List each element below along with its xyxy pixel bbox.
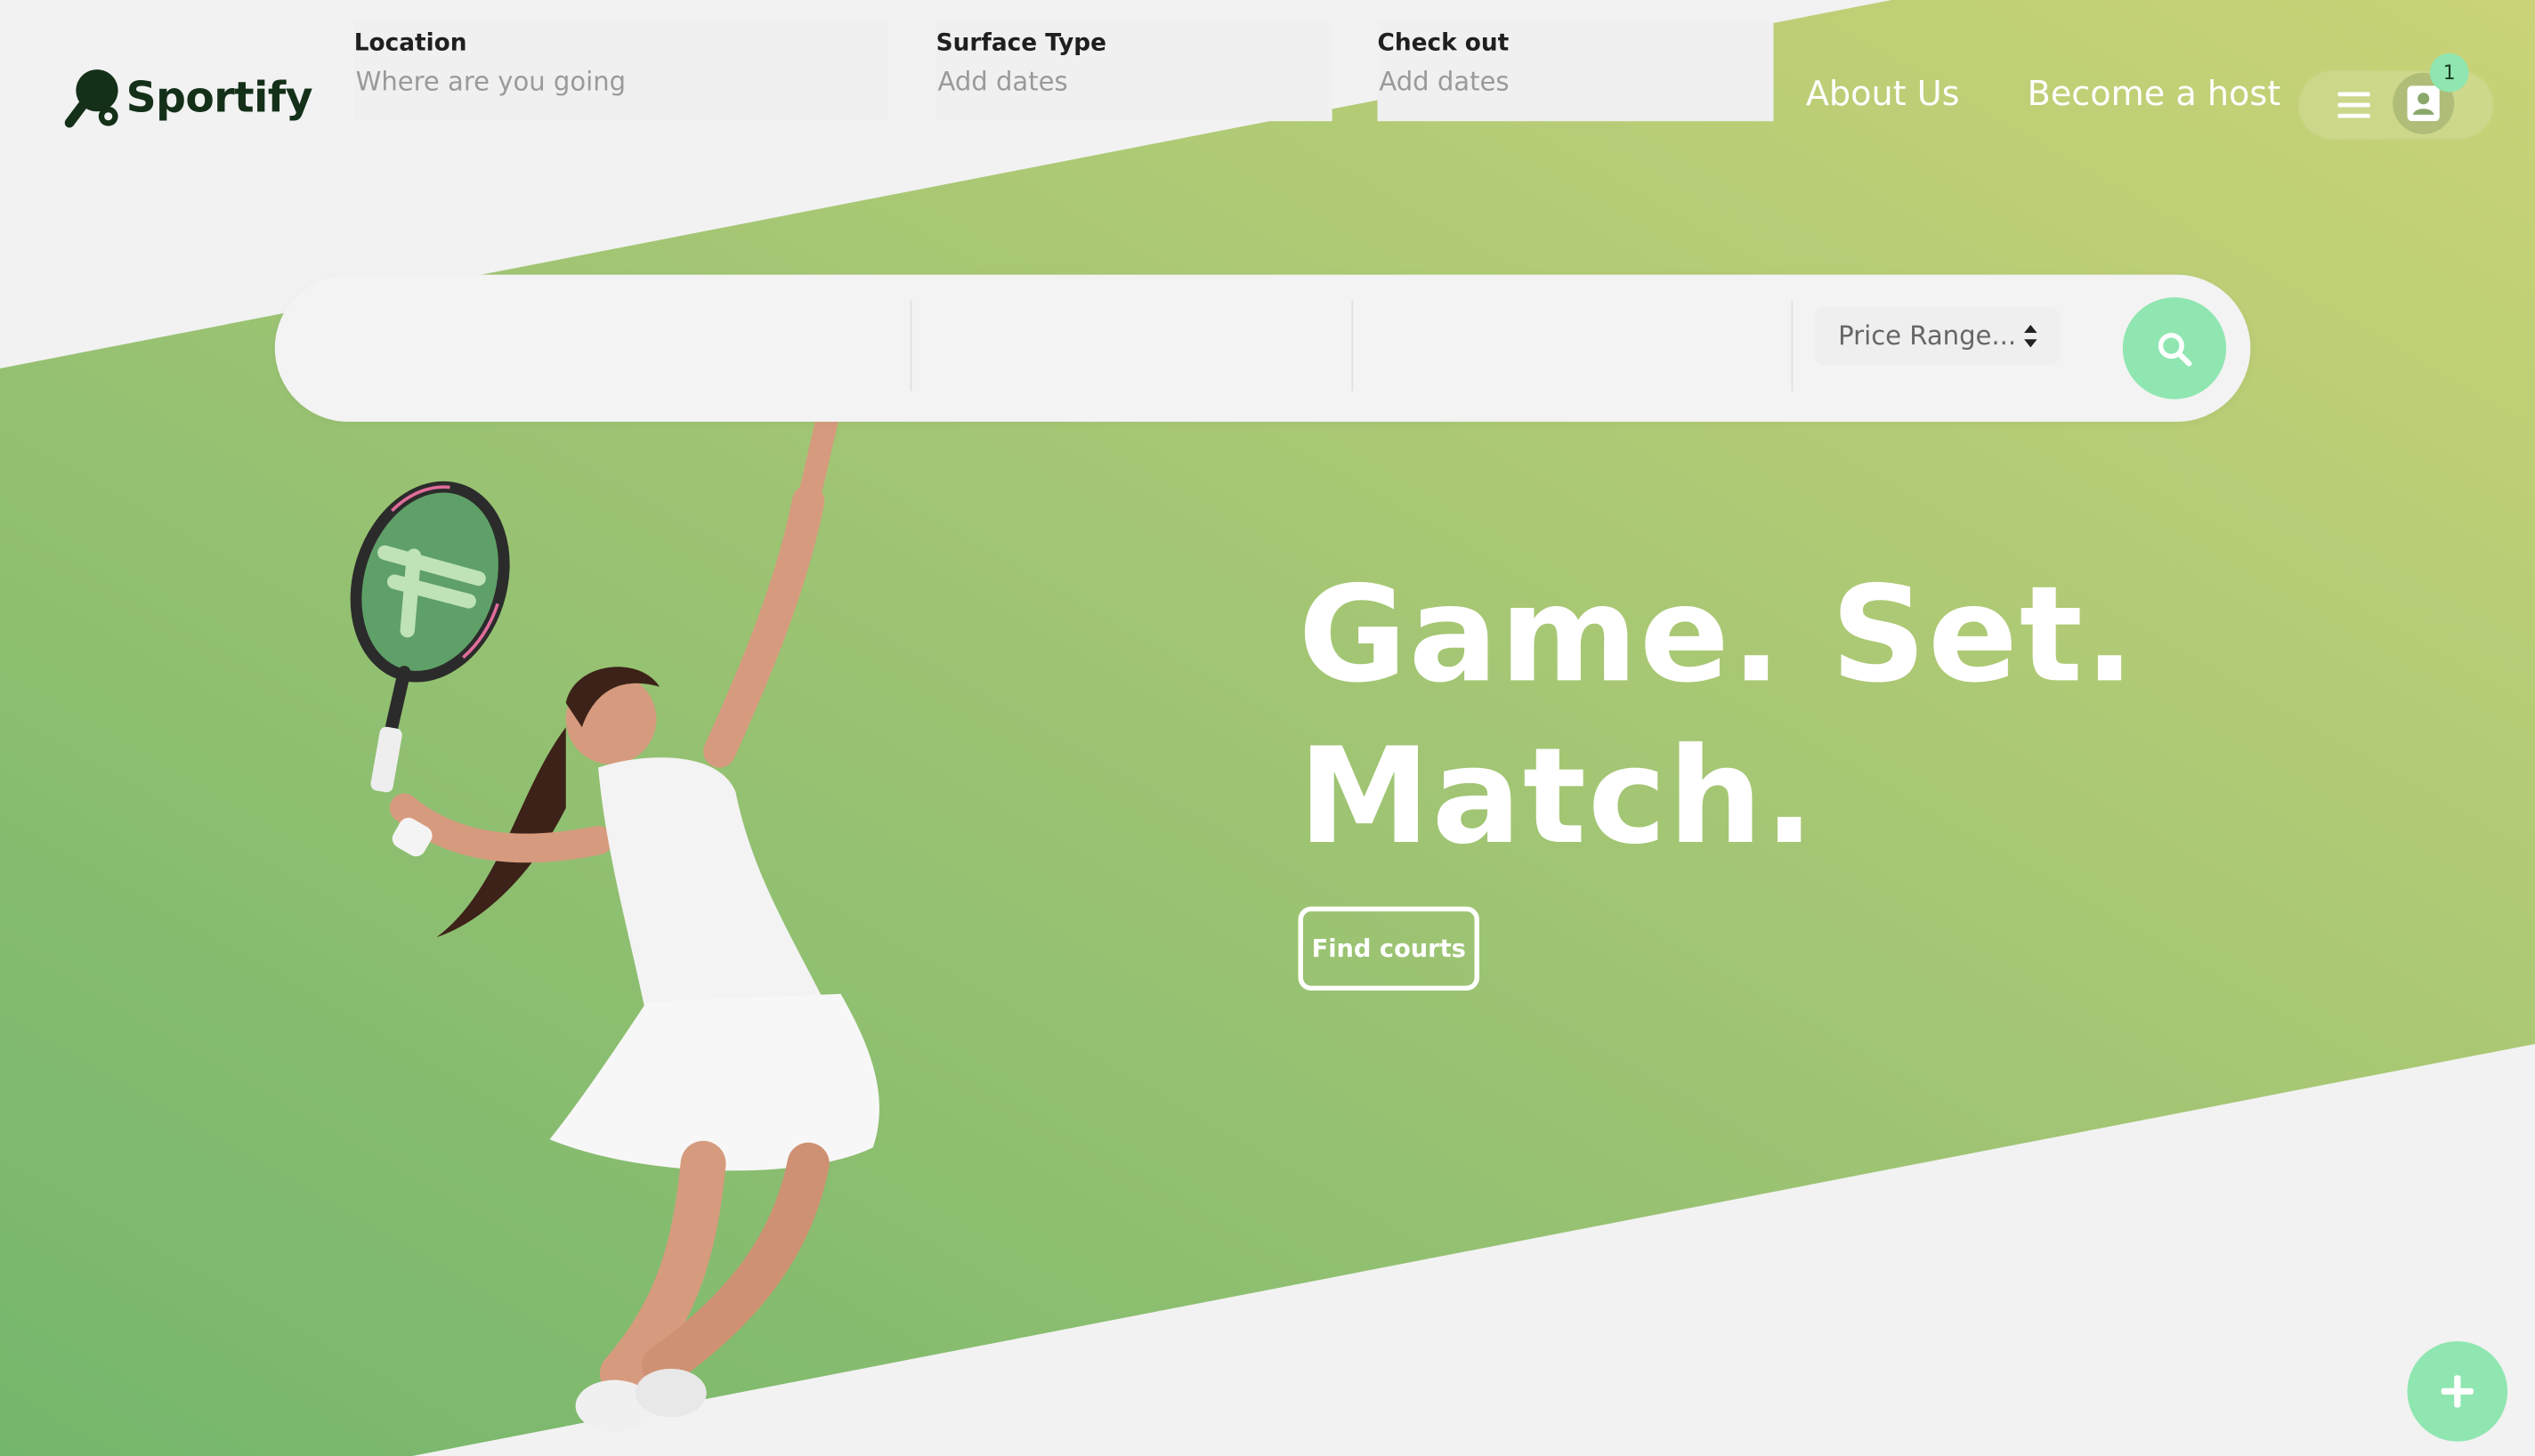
search-divider	[910, 300, 912, 392]
check-out-input[interactable]	[1379, 62, 1752, 101]
price-range-value: Price Range...	[1838, 320, 2017, 352]
sort-caret-icon	[2024, 324, 2037, 348]
check-out-field[interactable]: Check out	[1377, 20, 1774, 122]
search-button[interactable]	[2122, 297, 2227, 400]
location-field[interactable]: Location	[353, 20, 888, 122]
surface-type-label: Surface Type	[935, 30, 1106, 57]
add-button[interactable]	[2407, 1341, 2508, 1442]
menu-icon	[2337, 92, 2370, 118]
price-range-select[interactable]: Price Range...	[1813, 306, 2061, 366]
racket-graphic	[350, 481, 510, 793]
check-out-label: Check out	[1377, 30, 1510, 57]
hero-headline-line-1: Game. Set.	[1298, 559, 2137, 713]
notification-badge: 1	[2429, 53, 2469, 93]
location-label: Location	[353, 30, 467, 57]
page: Sportify About Us Become a host 1 Locati…	[0, 0, 2535, 1456]
logo-icon	[64, 69, 118, 128]
search-divider	[1791, 300, 1794, 392]
brand-name: Sportify	[126, 74, 313, 123]
brand-logo[interactable]: Sportify	[64, 68, 313, 129]
nav-about-us[interactable]: About Us	[1806, 75, 1960, 114]
search-icon	[2158, 332, 2192, 366]
surface-type-input[interactable]	[937, 62, 1310, 101]
hero-headline-line-2: Match.	[1298, 720, 1817, 875]
plus-icon	[2441, 1375, 2474, 1408]
surface-type-field[interactable]: Surface Type	[935, 20, 1332, 122]
find-courts-button[interactable]: Find courts	[1298, 906, 1479, 991]
location-input[interactable]	[355, 62, 841, 101]
nav-become-a-host[interactable]: Become a host	[2028, 75, 2281, 114]
search-divider	[1351, 300, 1354, 392]
tennis-player-illustration	[350, 405, 879, 1432]
